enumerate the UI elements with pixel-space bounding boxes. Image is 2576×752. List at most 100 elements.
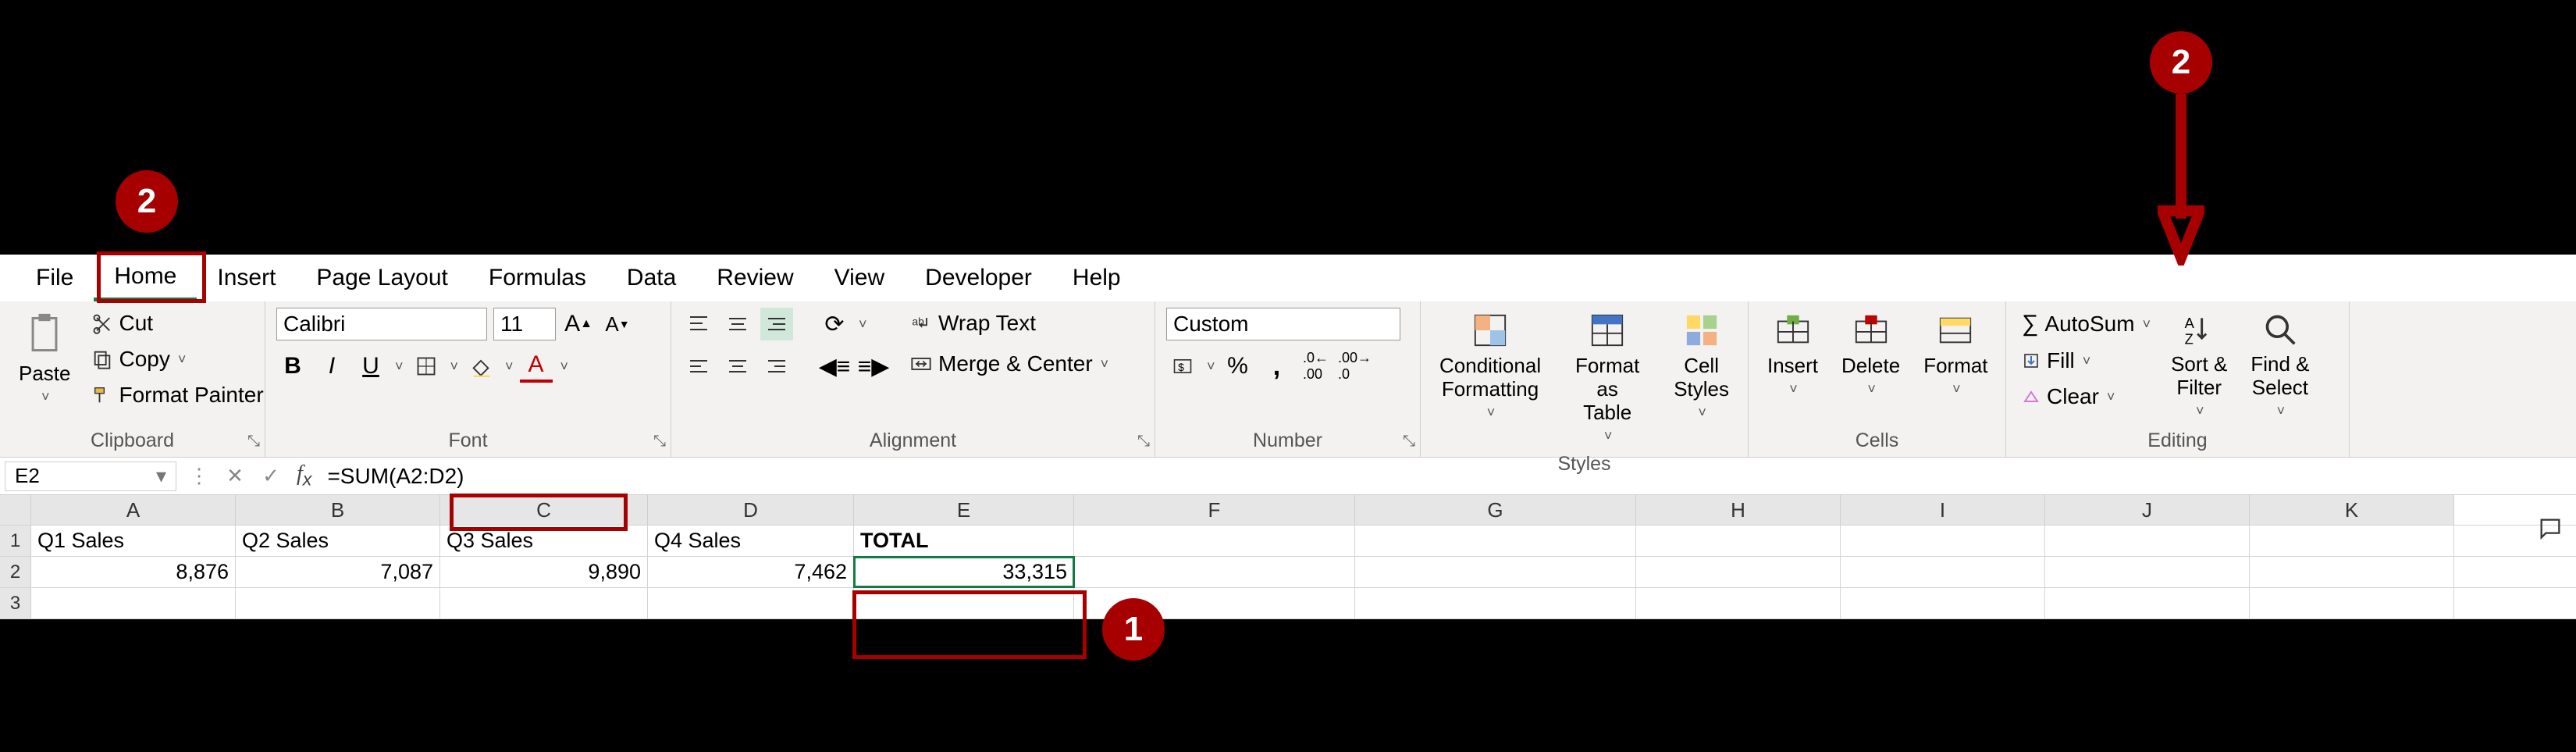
cell-G3[interactable] <box>1355 588 1636 618</box>
align-left-icon[interactable] <box>682 350 715 383</box>
align-center-icon[interactable] <box>721 350 754 383</box>
cell-K3[interactable] <box>2250 588 2454 618</box>
col-header-K[interactable]: K <box>2250 495 2454 525</box>
borders-button[interactable] <box>410 350 443 383</box>
cell-C2[interactable]: 9,890 <box>440 557 648 587</box>
worksheet-grid[interactable]: ABCDEFGHIJK 1Q1 SalesQ2 SalesQ3 SalesQ4 … <box>0 495 2576 619</box>
row-header-1[interactable]: 1 <box>0 526 31 556</box>
delete-cells-button[interactable]: Delete˅ <box>1834 308 1908 402</box>
font-size-input[interactable] <box>493 308 556 340</box>
format-cells-button[interactable]: Format˅ <box>1916 308 1995 402</box>
cell-H3[interactable] <box>1636 588 1841 618</box>
col-header-B[interactable]: B <box>236 495 440 525</box>
orientation-icon[interactable]: ⟳ <box>818 308 851 340</box>
dialog-launcher-icon[interactable]: ⤡ <box>247 433 260 451</box>
decrease-decimal-icon[interactable]: .00→.0 <box>1339 350 1372 383</box>
col-header-G[interactable]: G <box>1355 495 1636 525</box>
cell-G1[interactable] <box>1355 526 1636 556</box>
clear-button[interactable]: Clear ˅ <box>2017 381 2155 412</box>
dialog-launcher-icon[interactable]: ⤡ <box>1137 433 1150 451</box>
cell-E1[interactable]: TOTAL <box>854 526 1074 556</box>
cell-I3[interactable] <box>1841 588 2045 618</box>
enter-formula-icon[interactable]: ✓ <box>253 464 289 488</box>
chevron-down-icon[interactable]: ˅ <box>450 358 459 375</box>
chevron-down-icon[interactable]: ˅ <box>505 358 514 375</box>
cell-I1[interactable] <box>1841 526 2045 556</box>
col-header-A[interactable]: A <box>31 495 236 525</box>
tab-developer[interactable]: Developer <box>905 255 1052 301</box>
cell-J2[interactable] <box>2045 557 2250 587</box>
cell-A2[interactable]: 8,876 <box>31 557 236 587</box>
cell-D1[interactable]: Q4 Sales <box>648 526 854 556</box>
accounting-format-icon[interactable]: $ <box>1166 350 1199 383</box>
select-all-corner[interactable] <box>0 495 31 525</box>
chevron-down-icon[interactable]: ˅ <box>395 358 404 375</box>
cell-A3[interactable] <box>31 588 236 618</box>
find-select-button[interactable]: Find & Select˅ <box>2243 308 2317 423</box>
cell-E2[interactable]: 33,315 <box>854 557 1074 587</box>
increase-decimal-icon[interactable]: .0←.00 <box>1300 350 1332 383</box>
cell-C3[interactable] <box>440 588 648 618</box>
chevron-down-icon[interactable]: ˅ <box>1207 358 1215 375</box>
format-as-table-button[interactable]: Format as Table˅ <box>1557 308 1658 448</box>
cancel-formula-icon[interactable]: ✕ <box>217 464 253 488</box>
tab-insert[interactable]: Insert <box>197 255 296 301</box>
row-header-3[interactable]: 3 <box>0 588 31 618</box>
bold-button[interactable]: B <box>276 350 309 383</box>
conditional-formatting-button[interactable]: Conditional Formatting˅ <box>1432 308 1549 425</box>
decrease-indent-icon[interactable]: ◀≡ <box>818 350 851 383</box>
fx-icon[interactable]: fx <box>289 462 319 490</box>
chevron-down-icon[interactable]: ˅ <box>560 358 569 375</box>
copy-button[interactable]: Copy ˅ <box>87 344 269 375</box>
cell-J1[interactable] <box>2045 526 2250 556</box>
formula-input[interactable]: =SUM(A2:D2) <box>319 462 471 491</box>
cell-F1[interactable] <box>1074 526 1355 556</box>
align-bottom-icon[interactable] <box>760 308 793 340</box>
chevron-down-icon[interactable]: ˅ <box>859 316 867 333</box>
decrease-font-icon[interactable]: A▼ <box>601 308 634 340</box>
dialog-launcher-icon[interactable]: ⤡ <box>653 433 666 451</box>
tab-review[interactable]: Review <box>696 255 813 301</box>
cell-G2[interactable] <box>1355 557 1636 587</box>
comma-style-icon[interactable]: , <box>1261 350 1293 383</box>
cell-A1[interactable]: Q1 Sales <box>31 526 236 556</box>
dialog-launcher-icon[interactable]: ⤡ <box>1403 433 1415 451</box>
insert-cells-button[interactable]: Insert˅ <box>1759 308 1826 402</box>
italic-button[interactable]: I <box>315 350 348 383</box>
fill-color-button[interactable] <box>464 350 497 383</box>
percent-icon[interactable]: % <box>1222 350 1254 383</box>
tab-page-layout[interactable]: Page Layout <box>296 255 468 301</box>
font-color-button[interactable]: A <box>520 350 553 383</box>
cell-K1[interactable] <box>2250 526 2454 556</box>
cell-I2[interactable] <box>1841 557 2045 587</box>
autosum-button[interactable]: ∑ AutoSum ˅ <box>2017 308 2155 340</box>
align-right-icon[interactable] <box>760 350 793 383</box>
col-header-I[interactable]: I <box>1841 495 2045 525</box>
cell-D3[interactable] <box>648 588 854 618</box>
sort-filter-button[interactable]: AZ Sort & Filter˅ <box>2163 308 2235 423</box>
col-header-H[interactable]: H <box>1636 495 1841 525</box>
col-header-J[interactable]: J <box>2045 495 2250 525</box>
align-middle-icon[interactable] <box>721 308 754 340</box>
row-header-2[interactable]: 2 <box>0 557 31 587</box>
col-header-E[interactable]: E <box>854 495 1074 525</box>
cell-F2[interactable] <box>1074 557 1355 587</box>
paste-button[interactable]: Paste ˅ <box>11 308 79 410</box>
increase-indent-icon[interactable]: ≡▶ <box>857 350 890 383</box>
tab-formulas[interactable]: Formulas <box>468 255 607 301</box>
cell-H2[interactable] <box>1636 557 1841 587</box>
cell-B2[interactable]: 7,087 <box>236 557 440 587</box>
chevron-down-icon[interactable]: ▾ <box>156 464 166 488</box>
cell-K2[interactable] <box>2250 557 2454 587</box>
comments-icon[interactable] <box>2534 512 2567 545</box>
tab-data[interactable]: Data <box>607 255 696 301</box>
cell-B1[interactable]: Q2 Sales <box>236 526 440 556</box>
tab-help[interactable]: Help <box>1052 255 1141 301</box>
name-box[interactable]: E2 ▾ <box>5 462 176 491</box>
underline-button[interactable]: U <box>354 350 387 383</box>
cell-styles-button[interactable]: Cell Styles˅ <box>1666 308 1737 425</box>
tab-file[interactable]: File <box>16 255 94 301</box>
tab-view[interactable]: View <box>814 255 905 301</box>
wrap-text-button[interactable]: ab Wrap Text <box>906 308 1113 339</box>
format-painter-button[interactable]: Format Painter <box>87 380 269 411</box>
